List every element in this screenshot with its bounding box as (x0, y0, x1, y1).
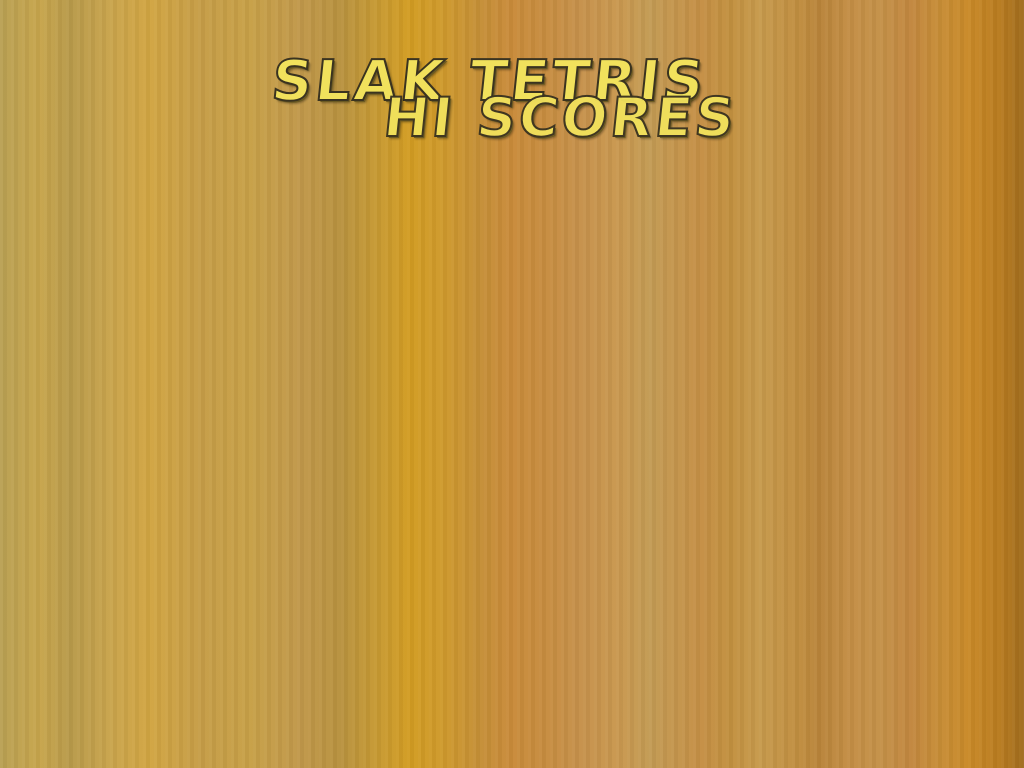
hi-scores-heading: HI SCORES (380, 85, 741, 150)
game-screen: SLAK TETRIS HI SCORES (0, 0, 1024, 768)
